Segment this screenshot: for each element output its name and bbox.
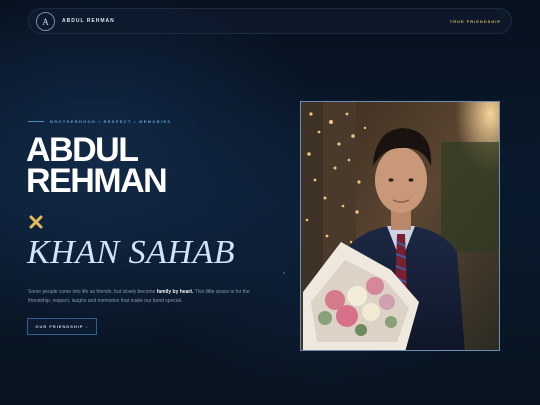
logo-letter: A — [42, 16, 49, 27]
hero-title: ABDUL REHMAN — [26, 133, 168, 200]
desc-text-start: Some people come into life as friends, b… — [28, 289, 157, 295]
brand-name[interactable]: ABDUL REHMAN — [62, 18, 115, 24]
logo-badge[interactable]: A — [36, 12, 55, 31]
cross-icon — [29, 215, 43, 229]
hero-title-line2: REHMAN — [26, 162, 168, 200]
tagline-text: BROTHERHOOD • RESPECT • MEMORIES — [50, 119, 172, 124]
our-friendship-button[interactable]: OUR FRIENDSHIP ↓ — [27, 318, 97, 335]
tagline-divider — [28, 121, 44, 122]
desc-highlight: family by heart. — [156, 289, 194, 295]
portrait-image — [301, 102, 499, 350]
hero-subtitle: KHAN SAHAB — [27, 234, 236, 271]
top-nav-bar: A ABDUL REHMAN TRUE FRIENDSHIP — [28, 8, 512, 34]
portrait-photo — [300, 101, 500, 351]
nav-link-true-friendship[interactable]: TRUE FRIENDSHIP — [450, 19, 501, 24]
decorative-dot — [283, 272, 285, 274]
hero-description: Some people come into life as friends, b… — [28, 288, 258, 306]
hero-tagline: BROTHERHOOD • RESPECT • MEMORIES — [28, 119, 171, 124]
